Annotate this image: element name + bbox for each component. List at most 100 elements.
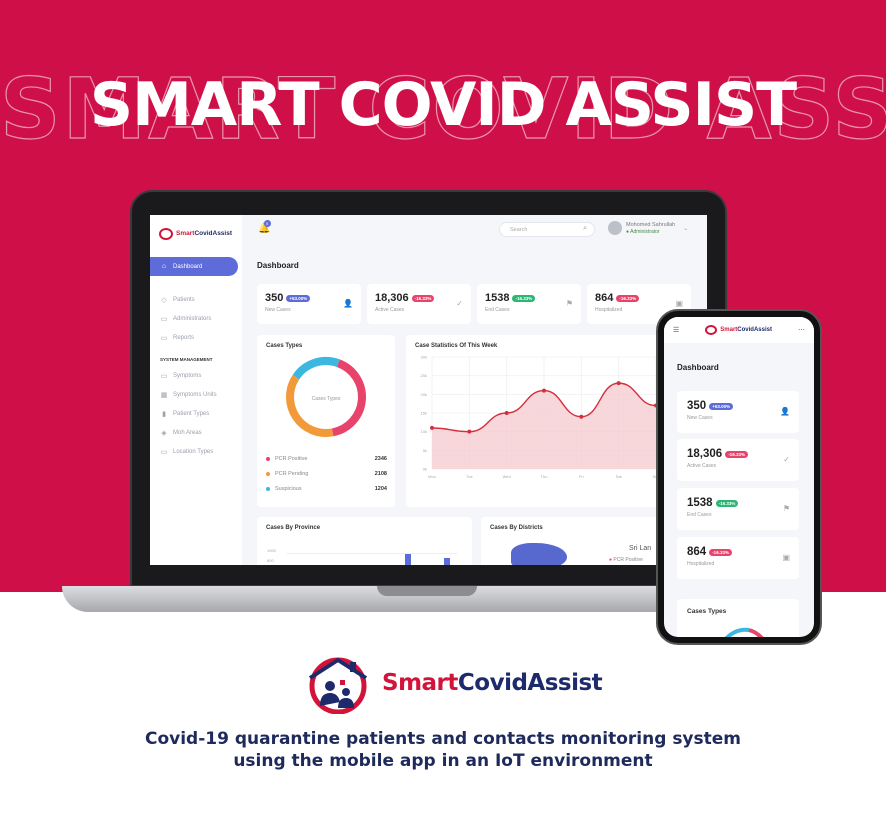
- legend-dot: [266, 456, 270, 461]
- kpi-badge: -16.33%: [715, 499, 739, 507]
- document-icon: ▭: [160, 334, 168, 342]
- user-name: Mohomed Sahrullah: [626, 221, 676, 228]
- cases-types-donut: Cases Types: [286, 357, 366, 437]
- data-point-wed: [504, 411, 509, 415]
- kpi-label: End Cases: [485, 307, 510, 313]
- search-input[interactable]: Search ⌕: [499, 222, 595, 237]
- y-tick-label: 25k: [421, 373, 427, 378]
- kpi-card-new-cases: 350 +53.00% New Cases 👤: [257, 284, 361, 324]
- chevron-down-icon: ⌄: [683, 225, 689, 232]
- sidebar-item-administrators[interactable]: ▭ Administrators: [150, 309, 242, 328]
- mobile-donut-preview: [724, 627, 764, 637]
- hospital-icon: ▣: [782, 553, 790, 562]
- card-title: Cases Types: [266, 343, 303, 349]
- y-tick-label: 20k: [421, 392, 427, 397]
- donut-arc-pcr-positive: [748, 628, 764, 637]
- document-icon: ▭: [160, 372, 168, 380]
- data-point-fri: [579, 414, 584, 419]
- legend-value: 2108: [374, 470, 387, 477]
- kpi-value: 18,306: [375, 292, 409, 304]
- sidebar-item-label: Location Types: [173, 448, 214, 455]
- map-legend: ● PCR Positive: [609, 557, 643, 563]
- mobile-app-screen: ☰ SmartCovidAssist ⋯ Dashboard 350 +53.00…: [664, 317, 814, 637]
- legend-item: PCR Positive 2346: [257, 451, 395, 466]
- kpi-label: Active Cases: [375, 307, 405, 313]
- legend-dot: [266, 471, 270, 476]
- tagline-line-1: Covid-19 quarantine patients and contact…: [144, 729, 742, 749]
- kpi-label: New Cases: [687, 415, 713, 421]
- tag-icon: ◇: [161, 296, 167, 304]
- sidebar-item-label: Dashboard: [173, 263, 203, 270]
- sidebar-item-reports[interactable]: ▭ Reports: [150, 328, 242, 347]
- data-point-tue: [467, 429, 472, 434]
- kpi-value: 350: [687, 400, 707, 412]
- donut-slice-suspicious: [292, 357, 340, 380]
- sidebar-item-symptoms-units[interactable]: ▦ Symptoms Units: [150, 385, 242, 404]
- more-icon[interactable]: ⋯: [798, 326, 805, 334]
- grid-icon: ▦: [160, 391, 168, 399]
- sidebar-item-label: Patient Types: [173, 410, 210, 417]
- cube-icon: ◈: [161, 429, 167, 437]
- app-logo[interactable]: SmartCovidAssist: [150, 215, 242, 243]
- sidebar-nav: ⌂ Dashboard ◇ Patients ▭ Administrators …: [150, 257, 242, 461]
- flag-icon: ⚑: [565, 299, 573, 308]
- tagline-line-2: using the mobile app in an IoT environme…: [233, 751, 653, 771]
- legend-label: PCR Positive: [275, 455, 308, 462]
- y-tick-label: 5k: [423, 448, 427, 453]
- card-title: Cases Types: [687, 608, 727, 615]
- sidebar-item-label: Administrators: [173, 315, 212, 322]
- legend-label: PCR Pending: [275, 470, 309, 477]
- kpi-badge: +53.00%: [286, 294, 311, 302]
- add-user-icon: 👤: [343, 299, 353, 308]
- search-placeholder: Search: [510, 227, 528, 233]
- kpi-badge: -16.33%: [411, 294, 435, 302]
- flag-icon: ⚑: [782, 504, 790, 513]
- kpi-badge: -16.33%: [512, 294, 536, 302]
- sidebar-item-dashboard[interactable]: ⌂ Dashboard: [150, 257, 238, 276]
- sidebar-item-patient-types[interactable]: ▮ Patient Types: [150, 404, 242, 423]
- data-point-thu: [542, 388, 546, 393]
- mobile-kpi-end-cases: 1538 -16.33% End Cases ⚑: [677, 488, 799, 530]
- brand-name: SmartCovidAssist: [382, 670, 603, 696]
- y-tick-label: 30k: [421, 355, 427, 360]
- search-icon: ⌕: [583, 225, 587, 232]
- user-menu[interactable]: Mohomed Sahrullah ● Administrator ⌄: [608, 221, 688, 235]
- sidebar-item-label: Patients: [173, 296, 195, 303]
- kpi-badge: -16.33%: [616, 294, 640, 302]
- mobile-cases-types-card: Cases Types: [677, 599, 799, 637]
- y-tick-label: 0k: [423, 467, 427, 472]
- mobile-kpi-active-cases: 18,306 -16.33% Active Cases ✓: [677, 439, 799, 481]
- sidebar-section-title: SYSTEM MANAGEMENT: [160, 357, 213, 362]
- document-icon: ▭: [160, 448, 168, 456]
- legend-value: 2346: [374, 455, 387, 462]
- x-tick-label: Wed: [503, 474, 511, 479]
- legend-label: Suspicious: [275, 485, 302, 492]
- case-statistics-card: Case Statistics Of This Week 0k 5k 10k 15k 2…: [406, 335, 666, 507]
- data-point-mon: [430, 425, 434, 430]
- mobile-kpi-new-cases: 350 +53.00% New Cases 👤: [677, 391, 799, 433]
- menu-icon[interactable]: ☰: [673, 326, 679, 334]
- house-logo-icon: [705, 325, 718, 335]
- avatar: [608, 221, 622, 235]
- check-circle-icon: ✓: [456, 299, 463, 308]
- kpi-card-active-cases: 18,306 -16.33% Active Cases ✓: [367, 284, 471, 324]
- kpi-label: End Cases: [687, 512, 712, 518]
- card-title: Case Statistics Of This Week: [415, 343, 498, 349]
- bar: [444, 558, 450, 565]
- user-role: ● Administrator: [626, 228, 660, 235]
- sidebar-item-moh-areas[interactable]: ◈ Moh Areas: [150, 423, 242, 442]
- x-tick-label: Fri: [579, 474, 584, 479]
- sidebar-item-location-types[interactable]: ▭ Location Types: [150, 442, 242, 461]
- grid-line: [287, 553, 457, 554]
- sidebar-item-label: Symptoms: [173, 372, 202, 379]
- sidebar-item-patients[interactable]: ◇ Patients: [150, 290, 242, 309]
- donut-center-label: Cases Types: [312, 396, 341, 402]
- mobile-page-title: Dashboard: [677, 363, 719, 372]
- cases-types-legend: PCR Positive 2346 PCR Pending 2108 Suspici…: [257, 451, 395, 496]
- kpi-value: 864: [595, 292, 614, 304]
- sidebar-item-label: Symptoms Units: [173, 391, 217, 398]
- kpi-card-end-cases: 1538 -16.33% End Cases ⚑: [477, 284, 581, 324]
- sidebar-item-symptoms[interactable]: ▭ Symptoms: [150, 366, 242, 385]
- mobile-app-logo: SmartCovidAssist: [705, 325, 772, 335]
- kpi-label: Hospitalized: [687, 561, 715, 567]
